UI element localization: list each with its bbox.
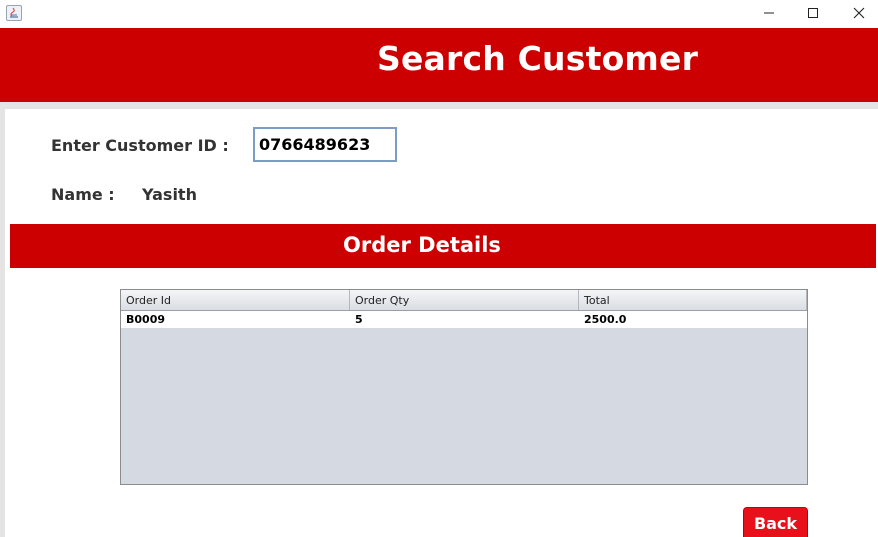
window-titlebar [0,0,878,28]
table-row[interactable]: B0009 5 2500.0 [121,311,807,328]
header-banner: Search Customer [0,28,878,102]
maximize-button[interactable] [790,0,836,28]
table-header: Order Id Order Qty Total [121,290,807,311]
java-icon [6,5,22,21]
name-label: Name : [51,185,115,204]
column-header-order-id[interactable]: Order Id [121,290,350,310]
customer-id-input[interactable] [253,127,397,162]
close-button[interactable] [836,0,878,28]
cell-order-qty: 5 [355,313,363,326]
column-header-total[interactable]: Total [579,290,807,310]
name-value: Yasith [142,185,197,204]
back-button[interactable]: Back [743,507,808,537]
minimize-button[interactable] [746,0,792,28]
cell-total: 2500.0 [584,313,627,326]
close-icon [853,7,865,19]
maximize-icon [808,8,818,18]
order-details-band: Order Details [10,224,876,268]
orders-table[interactable]: Order Id Order Qty Total B0009 5 2500.0 [120,289,808,485]
page-title: Search Customer [377,39,699,78]
minimize-icon [764,12,774,14]
cell-order-id: B0009 [126,313,165,326]
column-header-order-qty[interactable]: Order Qty [350,290,579,310]
customer-id-label: Enter Customer ID : [51,136,229,155]
order-details-title: Order Details [343,233,501,257]
